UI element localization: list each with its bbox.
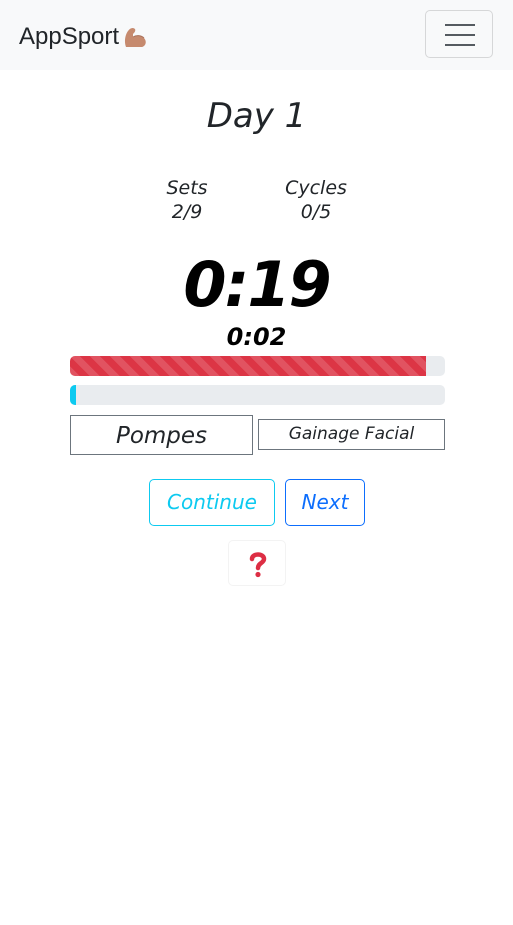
cycles-value: 0/5 bbox=[300, 201, 332, 223]
continue-button[interactable]: Continue bbox=[149, 479, 275, 526]
sets-label: Sets bbox=[166, 177, 208, 199]
hamburger-menu-icon-bar bbox=[445, 44, 475, 46]
main-timer: 0:19 bbox=[183, 248, 331, 321]
cycles-label: Cycles bbox=[285, 177, 347, 199]
secondary-progress-bar bbox=[70, 385, 445, 405]
sets-stat: Sets 2/9 bbox=[142, 176, 232, 224]
flexed-biceps-icon bbox=[125, 27, 146, 47]
sub-timer: 0:02 bbox=[226, 323, 287, 351]
navbar-toggler-button[interactable] bbox=[425, 10, 493, 58]
current-exercise: Pompes bbox=[70, 415, 253, 455]
brand[interactable]: AppSport bbox=[19, 20, 149, 54]
next-button[interactable]: Next bbox=[285, 479, 365, 526]
main-progress-fill bbox=[70, 356, 427, 376]
sets-value: 2/9 bbox=[171, 201, 203, 223]
hamburger-menu-icon bbox=[445, 24, 475, 26]
question-mark-icon bbox=[249, 552, 267, 578]
cycles-stat: Cycles 0/5 bbox=[271, 176, 361, 224]
page-title: Day 1 bbox=[206, 96, 307, 136]
brand-label: AppSport bbox=[19, 23, 120, 50]
next-exercise: Gainage Facial bbox=[258, 419, 445, 450]
navbar: AppSport bbox=[0, 0, 513, 70]
hamburger-menu-icon-bar bbox=[445, 34, 475, 36]
main-progress-bar bbox=[70, 356, 445, 376]
help-button[interactable] bbox=[228, 540, 286, 586]
secondary-progress-fill bbox=[70, 385, 76, 405]
